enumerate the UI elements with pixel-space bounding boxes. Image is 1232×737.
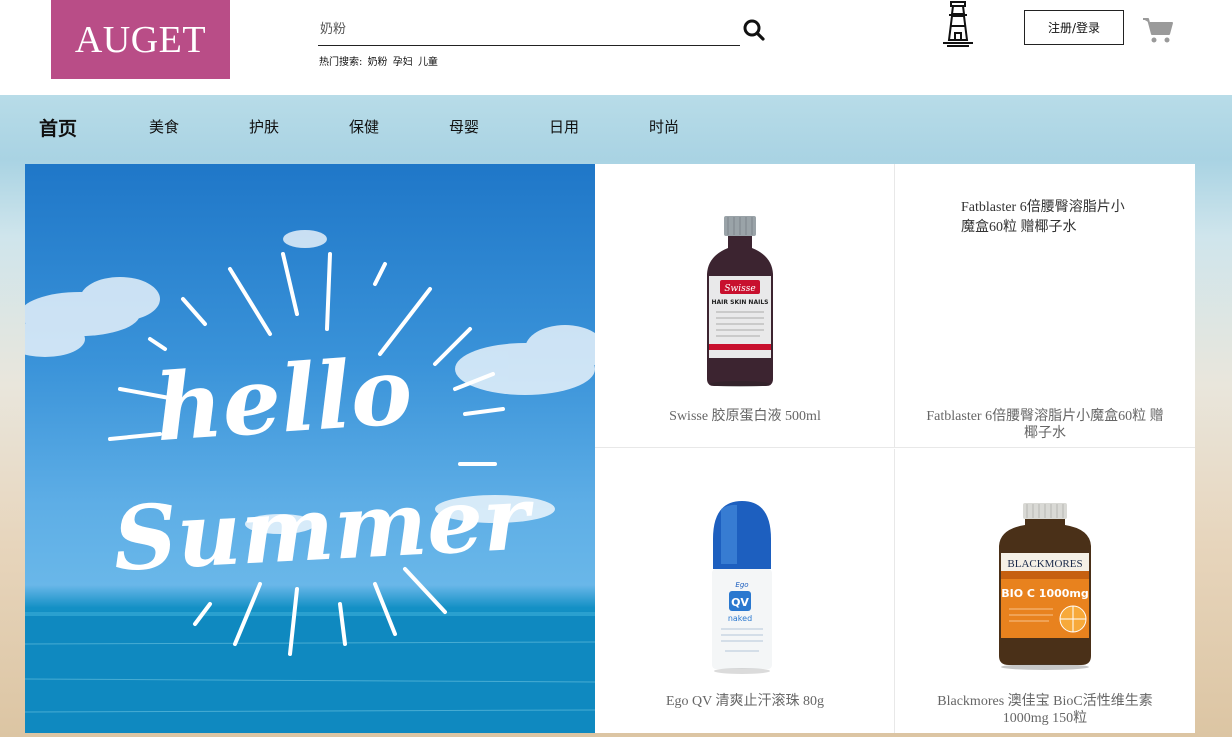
shopping-cart-icon[interactable] bbox=[1142, 16, 1174, 44]
product-grid: Swisse HAIR SKIN NAILS Swisse 胶原蛋白液 500m… bbox=[595, 164, 1195, 733]
hot-search-term[interactable]: 孕妇 bbox=[393, 57, 413, 68]
svg-text:Ego: Ego bbox=[735, 581, 748, 589]
product-card[interactable]: BLACKMORES BIO C 1000mg Blackmores 澳佳宝 B… bbox=[895, 449, 1195, 733]
banner-hello-text: hello bbox=[152, 337, 416, 463]
product-image-alt-text: Fatblaster 6倍腰臀溶脂片小魔盒60粒 赠椰子水 bbox=[961, 200, 1125, 235]
product-name[interactable]: Fatblaster 6倍腰臀溶脂片小魔盒60粒 赠椰子水 bbox=[925, 408, 1165, 442]
product-card[interactable]: Fatblaster 6倍腰臀溶脂片小魔盒60粒 赠椰子水 Fatblaster… bbox=[895, 164, 1195, 448]
product-label-brand: Swisse bbox=[724, 284, 755, 294]
nav-item-food[interactable]: 美食 bbox=[149, 116, 179, 137]
main-nav: 首页 美食 护肤 保健 母婴 日用 时尚 bbox=[0, 95, 1232, 164]
product-label-sub: HAIR SKIN NAILS bbox=[712, 299, 769, 306]
nav-item-mother-baby[interactable]: 母婴 bbox=[449, 116, 479, 137]
site-logo[interactable]: AUGET bbox=[51, 0, 230, 79]
hot-search-term[interactable]: 儿童 bbox=[418, 57, 438, 68]
lighthouse-icon[interactable] bbox=[937, 0, 979, 48]
product-name[interactable]: Swisse 胶原蛋白液 500ml bbox=[625, 408, 865, 425]
hello-summer-banner[interactable]: hello Summer bbox=[25, 164, 595, 733]
product-label-sub: naked bbox=[728, 614, 752, 623]
product-name[interactable]: Ego QV 清爽止汗滚珠 80g bbox=[625, 693, 865, 710]
nav-item-fashion[interactable]: 时尚 bbox=[649, 116, 679, 137]
nav-item-home[interactable]: 首页 bbox=[39, 114, 77, 141]
product-image: BLACKMORES BIO C 1000mg bbox=[999, 503, 1091, 670]
search-input[interactable] bbox=[318, 14, 740, 46]
nav-item-health[interactable]: 保健 bbox=[349, 116, 379, 137]
product-label-brand: QV bbox=[731, 596, 749, 609]
search-icon[interactable] bbox=[742, 18, 766, 42]
hot-searches: 热门搜索: 奶粉 孕妇 儿童 bbox=[319, 53, 440, 68]
hot-search-term[interactable]: 奶粉 bbox=[368, 57, 388, 68]
nav-item-daily[interactable]: 日用 bbox=[549, 116, 579, 137]
product-image: Swisse HAIR SKIN NAILS bbox=[707, 216, 773, 387]
product-label-brand: BLACKMORES bbox=[1007, 558, 1082, 570]
banner-summer-text: Summer bbox=[111, 465, 538, 591]
product-image: Ego QV naked bbox=[712, 501, 772, 674]
nav-item-skincare[interactable]: 护肤 bbox=[249, 116, 279, 137]
search-bar bbox=[318, 14, 766, 46]
product-label-sub: BIO C 1000mg bbox=[1001, 587, 1089, 600]
site-header: AUGET 热门搜索: 奶粉 孕妇 儿童 注册/登录 bbox=[0, 0, 1232, 95]
login-register-button[interactable]: 注册/登录 bbox=[1024, 10, 1124, 45]
product-card[interactable]: Ego QV naked Ego QV 清爽止汗滚珠 80g bbox=[595, 449, 895, 733]
hot-searches-label: 热门搜索: bbox=[319, 57, 363, 68]
banner-artwork: hello Summer bbox=[25, 230, 595, 733]
product-name[interactable]: Blackmores 澳佳宝 BioC活性维生素 1000mg 150粒 bbox=[925, 693, 1165, 727]
product-card[interactable]: Swisse HAIR SKIN NAILS Swisse 胶原蛋白液 500m… bbox=[595, 164, 895, 448]
